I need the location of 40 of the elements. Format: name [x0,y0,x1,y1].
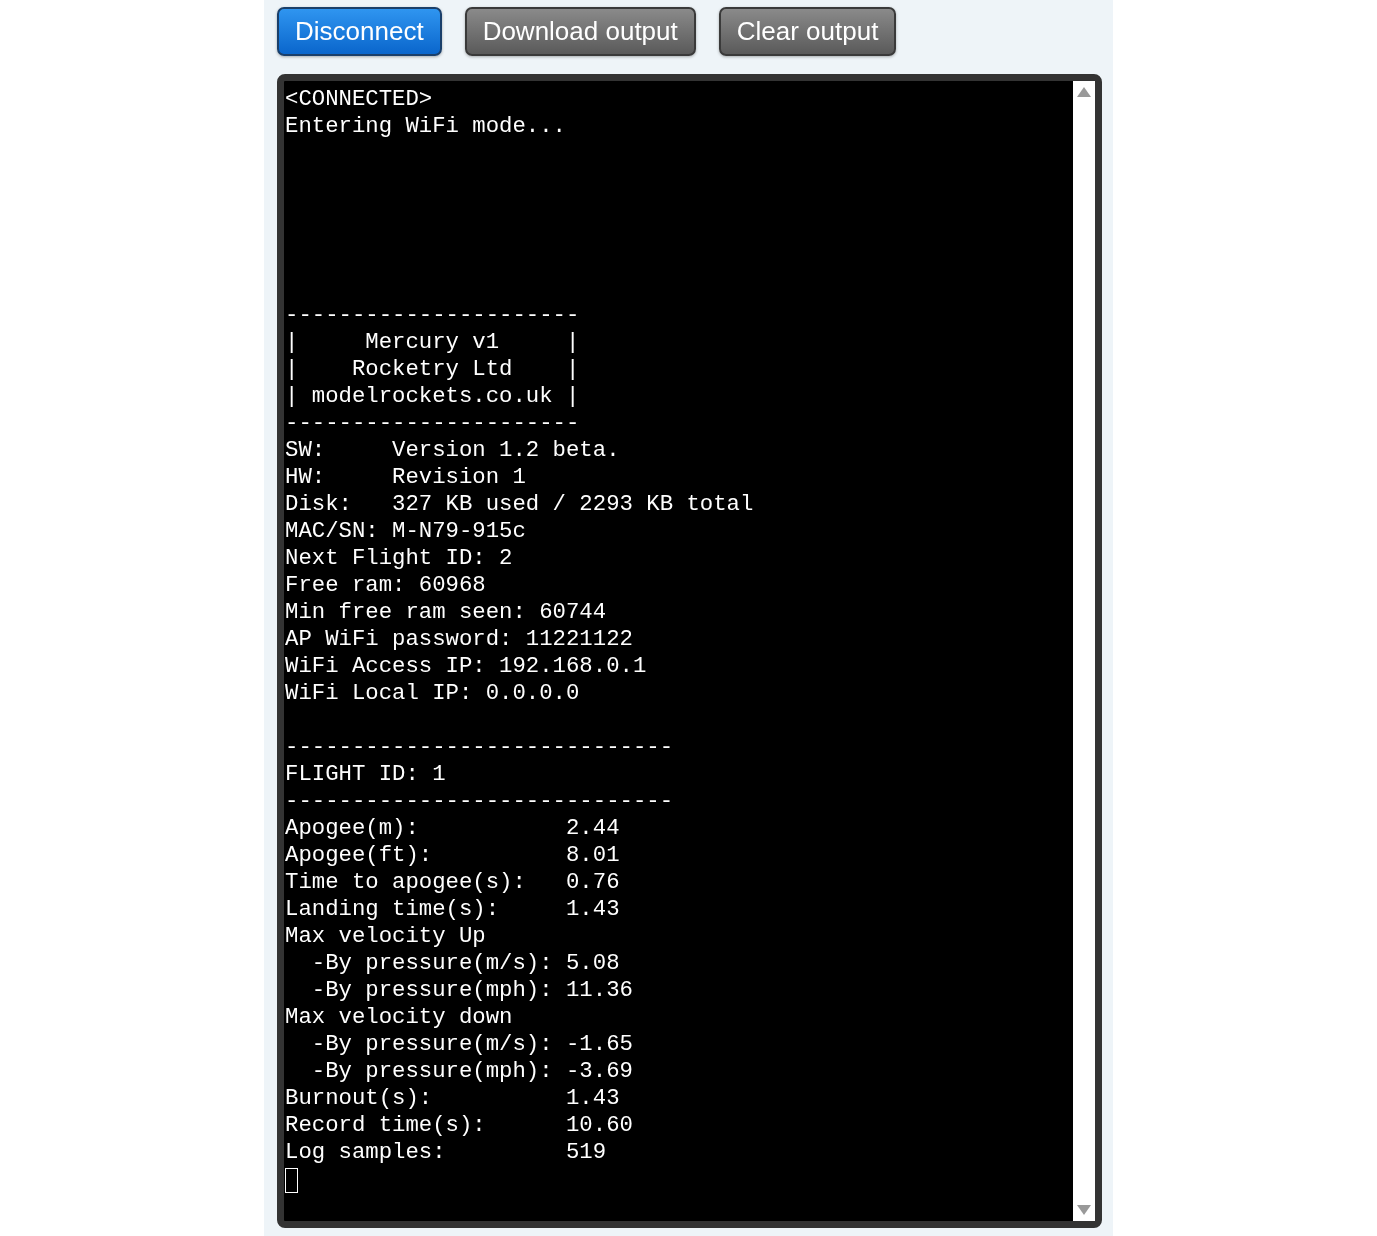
terminal-line: ----------------------------- [285,734,674,761]
terminal-line: Apogee(m): 2.44 [285,815,620,842]
terminal-line: -By pressure(mph): 11.36 [310,977,633,1004]
terminal-line: ---------------------- [285,410,580,437]
terminal-line: AP WiFi password: 11221122 [285,626,633,653]
terminal-line: Min free ram seen: 60744 [285,599,607,626]
terminal-line: -By pressure(m/s): -1.65 [310,1031,633,1058]
terminal-line: Record time(s): 10.60 [285,1112,633,1139]
terminal-line: ----------------------------- [285,788,674,815]
terminal-line: ---------------------- [285,302,580,329]
scrollbar[interactable] [1073,81,1095,1221]
terminal-line: Free ram: 60968 [285,572,486,599]
cursor-block [285,1168,298,1193]
terminal-line: Landing time(s): 1.43 [285,896,620,923]
terminal-line: Apogee(ft): 8.01 [285,842,620,869]
output-button[interactable]: Clear output [718,7,897,56]
terminal-line: Time to apogee(s): 0.76 [285,869,620,896]
terminal-line: WiFi Access IP: 192.168.0.1 [285,653,647,680]
terminal-line: MAC/SN: M-N79-915c [285,518,526,545]
terminal-line: Max velocity down [285,1004,513,1031]
terminal-line: WiFi Local IP: 0.0.0.0 [285,680,580,707]
terminal-line: -By pressure(m/s): 5.08 [310,950,620,977]
terminal-line: FLIGHT ID: 1 [285,761,446,788]
disconnect-button[interactable]: Disconnect [277,7,442,56]
scroll-up-arrow-icon[interactable] [1077,87,1091,97]
terminal-line: Burnout(s): 1.43 [285,1085,620,1112]
terminal-line: Log samples: 519 [285,1139,607,1166]
terminal-line: SW: Version 1.2 beta. [285,437,620,464]
terminal-line: | modelrockets.co.uk | [285,383,580,410]
terminal-line: Entering WiFi mode... [285,113,566,140]
terminal-line: | Mercury v1 | [285,329,580,356]
terminal-line: Disk: 327 KB used / 2293 KB total [285,491,754,518]
output-button[interactable]: Download output [464,7,696,56]
terminal-line: HW: Revision 1 [285,464,526,491]
terminal-line: Max velocity Up [285,923,486,950]
terminal-line: Next Flight ID: 2 [285,545,513,572]
scroll-down-arrow-icon[interactable] [1077,1205,1091,1215]
terminal-line: <CONNECTED> [285,86,433,113]
terminal-line: -By pressure(mph): -3.69 [310,1058,633,1085]
terminal-line: | Rocketry Ltd | [285,356,580,383]
